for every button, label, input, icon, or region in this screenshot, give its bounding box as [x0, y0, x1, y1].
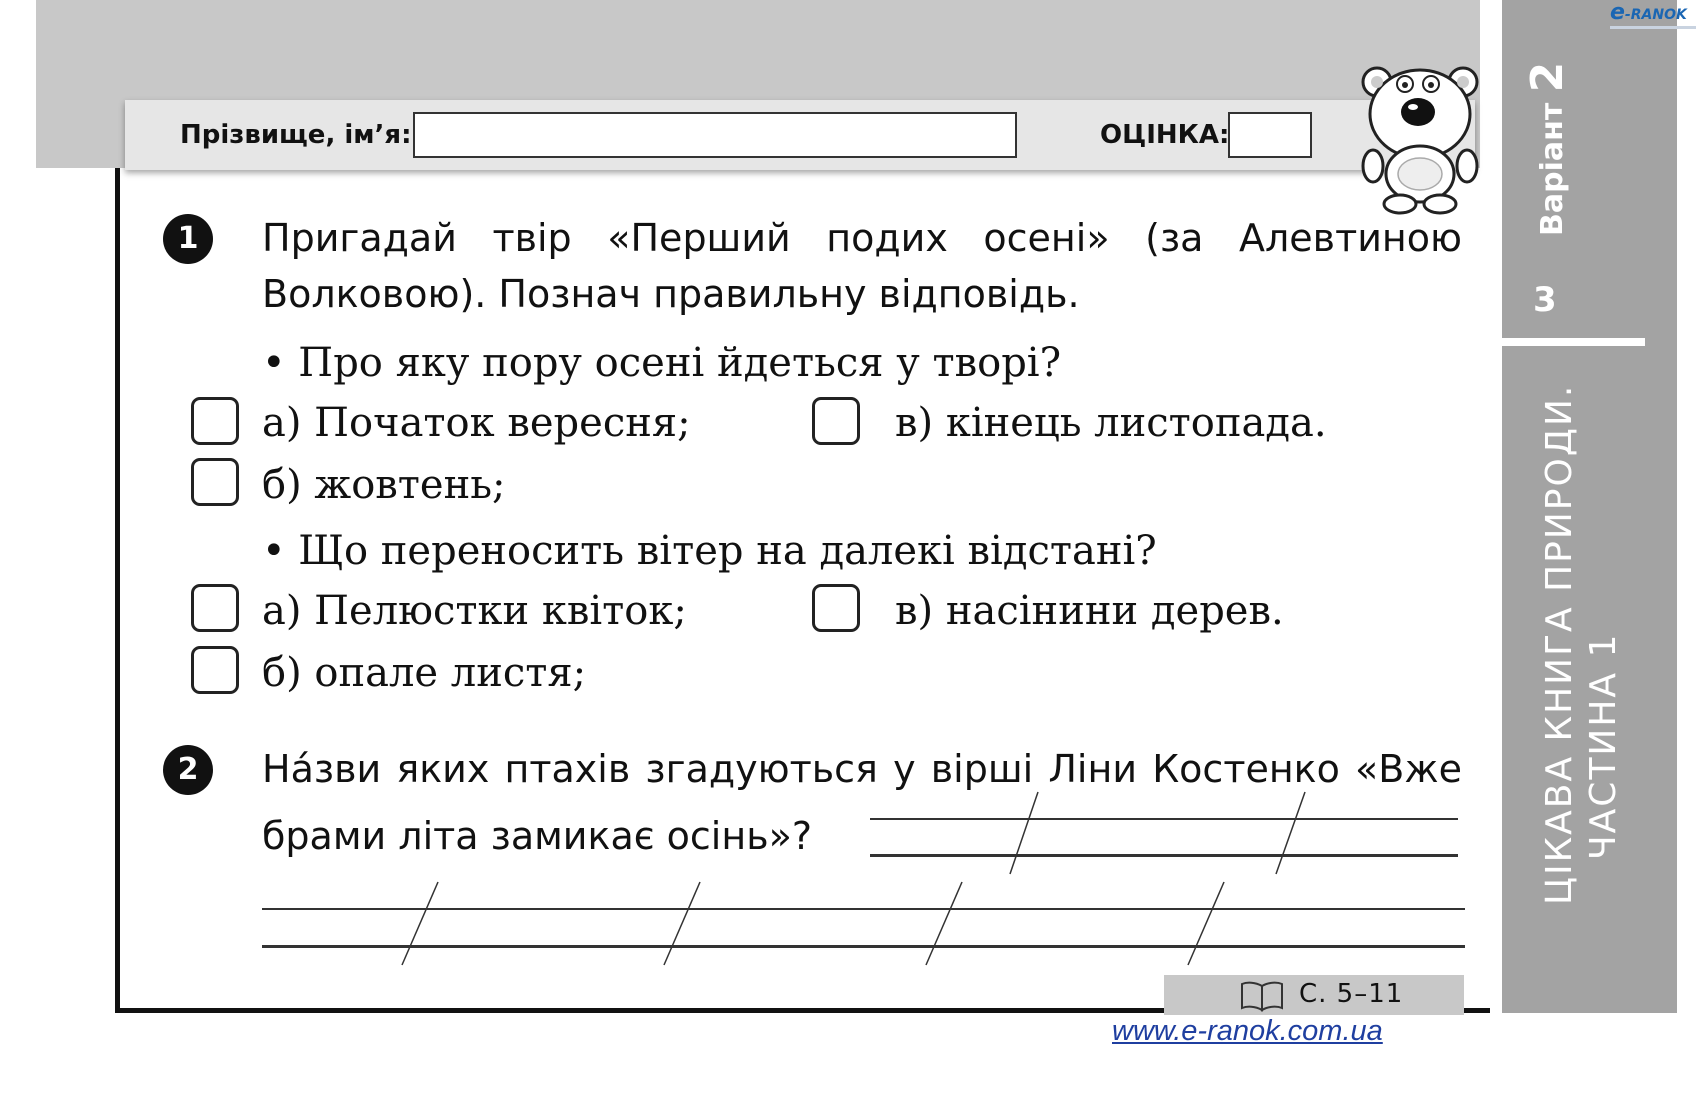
question-2-line2: брами літа замикає осінь»?	[262, 814, 813, 858]
answer-line-1-base[interactable]	[870, 854, 1458, 857]
slant-line	[401, 881, 439, 966]
student-info-strip: Прізвище, ім’я: ОЦІНКА:	[125, 100, 1475, 170]
book-icon	[1241, 981, 1283, 1012]
answer-line-1-top[interactable]	[870, 818, 1458, 820]
option-2a: а) Пелюстки квіток;	[262, 588, 687, 634]
logo-e: e	[1610, 0, 1625, 25]
frame-left-border	[115, 168, 120, 1013]
option-2b: б) опале листя;	[262, 650, 587, 696]
publisher-url-link[interactable]: www.e-ranok.com.ua	[1112, 1015, 1383, 1048]
checkbox-1a[interactable]	[191, 397, 239, 445]
question-1-line1: Пригадай твір «Перший подих осені» (за А…	[262, 216, 1462, 260]
question-2-number: 2	[163, 745, 213, 795]
book-title-line2: ЧАСТИНА 1	[1583, 632, 1624, 860]
option-1v: в) кінець листопада.	[895, 400, 1327, 446]
variant-label: Варіант 2	[1522, 62, 1573, 236]
slant-line	[925, 881, 963, 966]
subquestion-2: • Що переносить вітер на далекі відстані…	[262, 528, 1157, 574]
bear-mascot-icon	[1361, 66, 1479, 215]
grade-label: ОЦІНКА:	[1100, 120, 1230, 150]
subquestion-1: • Про яку пору осені йдеться у творі?	[262, 340, 1062, 386]
page-ref-text: С. 5–11	[1299, 979, 1404, 1009]
grade-field[interactable]	[1228, 112, 1312, 158]
checkbox-2a[interactable]	[191, 584, 239, 632]
answer-line-2-base[interactable]	[262, 945, 1465, 948]
checkbox-1b[interactable]	[191, 458, 239, 506]
book-title: ЦІКАВА КНИГА ПРИРОДИ. ЧАСТИНА 1	[1538, 384, 1626, 905]
publisher-logo: e-RANOK	[1610, 0, 1696, 29]
question-2-line1: Нáзви яких птахів згадуються у вірші Лін…	[262, 747, 1462, 791]
book-title-line1: ЦІКАВА КНИГА ПРИРОДИ.	[1539, 383, 1580, 905]
option-1b: б) жовтень;	[262, 462, 506, 508]
textbook-page-reference: С. 5–11	[1164, 975, 1464, 1015]
answer-line-2-top[interactable]	[262, 908, 1465, 910]
side-divider	[1502, 338, 1645, 346]
checkbox-2v[interactable]	[812, 584, 860, 632]
checkbox-2b[interactable]	[191, 646, 239, 694]
option-1a: а) Початок вересня;	[262, 400, 691, 446]
variant-word: Варіант	[1535, 102, 1570, 236]
option-2v: в) насінини дерев.	[895, 588, 1284, 634]
checkbox-1v[interactable]	[812, 397, 860, 445]
variant-number: 2	[1522, 61, 1573, 93]
name-label: Прізвище, ім’я:	[180, 120, 412, 150]
logo-text: -RANOK	[1624, 7, 1687, 23]
slant-line	[663, 881, 701, 966]
slant-line	[1275, 791, 1306, 875]
question-1-number: 1	[163, 214, 213, 264]
slant-line	[1187, 881, 1225, 966]
name-field[interactable]	[413, 112, 1017, 158]
page-number: 3	[1533, 280, 1557, 320]
question-1-line2: Волковою). Познач правильну відповідь.	[262, 272, 1080, 316]
slant-line	[1009, 791, 1039, 875]
